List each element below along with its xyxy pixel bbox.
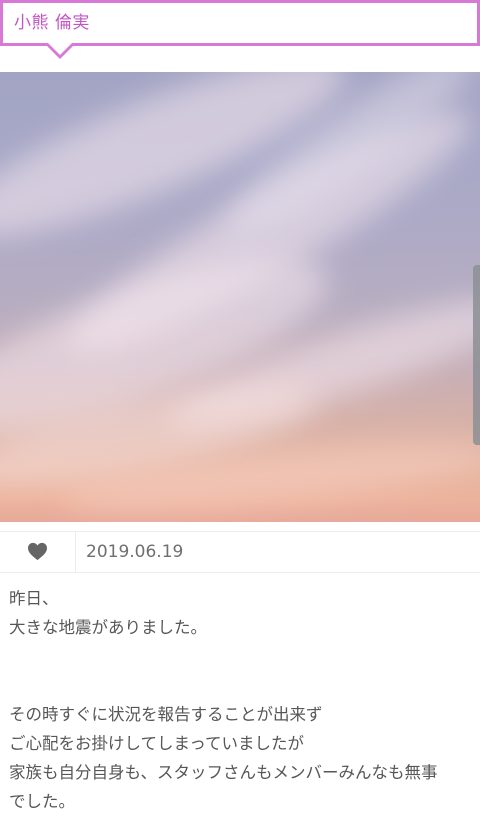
body-line: 昨日、 — [9, 589, 59, 608]
post-body: 昨日、 大きな地震がありました。 その時すぐに状況を報告することが出来ず ご心配… — [9, 584, 475, 816]
header-pointer-inner — [48, 43, 72, 55]
body-line: でした。 — [9, 792, 75, 811]
post-date: 2019.06.19 — [86, 542, 184, 562]
like-button[interactable] — [0, 532, 76, 572]
member-name-header: 小熊 倫実 — [0, 0, 480, 46]
body-line: その時すぐに状況を報告することが出来ず — [9, 705, 323, 724]
member-name[interactable]: 小熊 倫実 — [14, 12, 90, 34]
body-line: 大きな地震がありました。 — [9, 618, 207, 637]
scrollbar[interactable] — [473, 265, 480, 445]
post-photo[interactable] — [0, 72, 480, 522]
body-line: ご心配をお掛けしてしまっていましたが — [9, 734, 305, 753]
body-line: 家族も自分自身も、スタッフさんもメンバーみんなも無事 — [9, 763, 438, 782]
heart-icon — [28, 542, 47, 561]
post-meta-row: 2019.06.19 — [0, 531, 480, 573]
